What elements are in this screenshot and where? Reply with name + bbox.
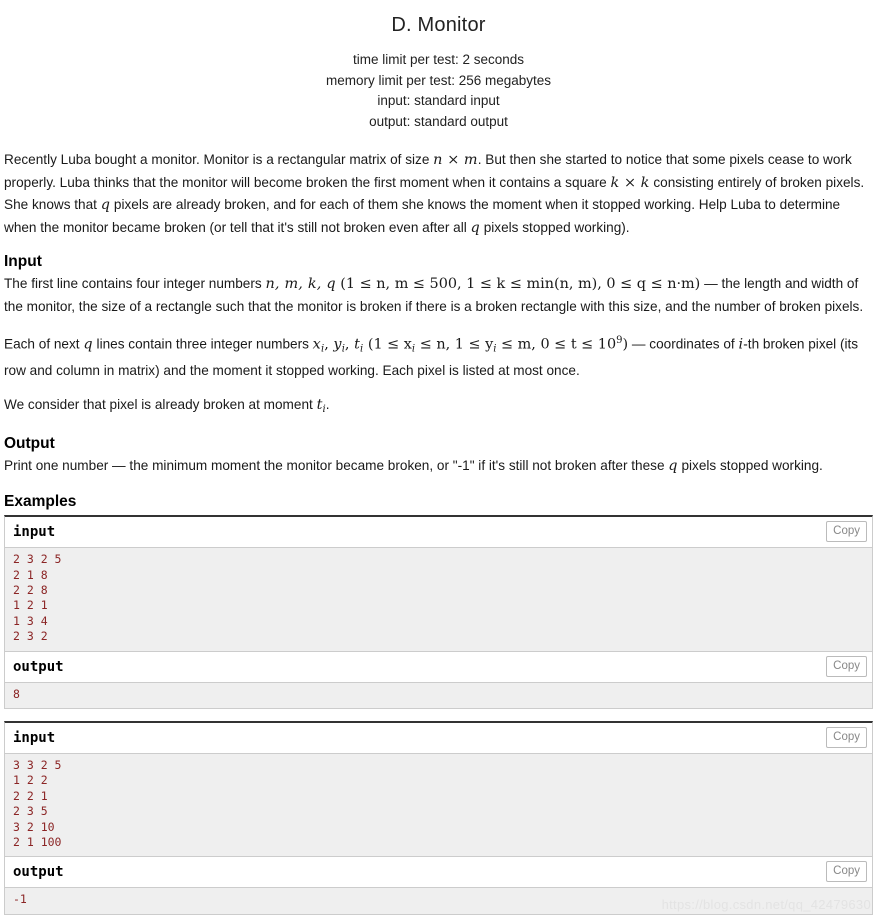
input-section-paragraph-2: Each of next q lines contain three integ… (4, 330, 873, 381)
output-title-2: output (13, 864, 64, 881)
var-k-2: k (640, 174, 650, 191)
sample-test-2: input Copy 3 3 2 5 1 2 2 2 2 1 2 3 5 3 2… (4, 720, 873, 915)
problem-statement: Recently Luba bought a monitor. Monitor … (4, 149, 873, 239)
copy-output-button-2[interactable]: Copy (826, 861, 867, 883)
var-n: n (433, 152, 443, 168)
var-q-output: q (668, 457, 678, 474)
problem-header: D. Monitor time limit per test: 2 second… (4, 0, 873, 132)
var-m: m (463, 152, 478, 168)
input2-text-c: — coordinates of (628, 336, 739, 352)
problem-page: D. Monitor time limit per test: 2 second… (0, 0, 877, 915)
input3-text-b: . (325, 397, 330, 413)
output-label-1: output Copy (5, 651, 872, 683)
input-constraints: (1 ≤ n, m ≤ 500, 1 ≤ k ≤ min(n, m), 0 ≤ … (335, 276, 701, 292)
input2-constraint-open: (1 ≤ x (363, 336, 412, 353)
output-data-block-1: 8 (5, 682, 872, 708)
input-data-block-2: 3 3 2 5 1 2 2 2 2 1 2 3 5 3 2 10 2 1 100 (5, 753, 872, 858)
copy-input-button-2[interactable]: Copy (826, 726, 867, 748)
var-q-1: q (100, 197, 111, 213)
input3-text-a: We consider that pixel is already broken… (4, 397, 317, 413)
copy-output-button-1[interactable]: Copy (826, 655, 867, 677)
input-mode-line: input: standard input (377, 93, 500, 108)
input-section-paragraph-1: The first line contains four integer num… (4, 273, 873, 317)
input-text-a: The first line contains four integer num… (4, 276, 266, 291)
input-title-2: input (13, 729, 56, 746)
output-text-b: pixels stopped working. (677, 457, 823, 473)
input-label-1: input Copy (5, 517, 872, 549)
output-data-block-2: -1 (5, 888, 872, 914)
copy-input-button-1[interactable]: Copy (826, 521, 867, 543)
memory-limit-line: memory limit per test: 256 megabytes (325, 72, 552, 88)
statement-text-e: pixels stopped working). (479, 219, 630, 235)
output-data-1: 8 (13, 686, 20, 701)
sample-tests: input Copy 2 3 2 5 2 1 8 2 2 8 1 2 1 1 3… (4, 515, 873, 915)
input2-text-b: lines contain three integer numbers (92, 336, 313, 352)
var-q-2: q (470, 219, 480, 236)
output-section-heading: Output (4, 434, 55, 452)
input-label-2: input Copy (5, 722, 872, 754)
statement-paragraph: Recently Luba bought a monitor. Monitor … (4, 149, 873, 239)
sample-test-1: input Copy 2 3 2 5 2 1 8 2 2 8 1 2 1 1 3… (4, 515, 873, 709)
time-limit-line: time limit per test: 2 seconds (352, 52, 525, 67)
output-data-2: -1 (13, 892, 27, 907)
input-vars: n, m, k, q (265, 276, 336, 292)
comma-2: , (344, 336, 355, 353)
var-y: y (333, 336, 342, 353)
input-data-2: 3 3 2 5 1 2 2 2 2 1 2 3 5 3 2 10 2 1 100 (13, 757, 62, 849)
var-x: x (312, 336, 321, 353)
input-section-heading: Input (4, 253, 42, 270)
output-text-a: Print one number — the minimum moment th… (4, 457, 669, 473)
input-title-1: input (13, 524, 56, 541)
input2-text-a: Each of next (4, 336, 84, 352)
input-data-1: 2 3 2 5 2 1 8 2 2 8 1 2 1 1 3 4 2 3 2 (13, 552, 62, 644)
output-title-1: output (13, 658, 64, 675)
comma-1: , (324, 336, 334, 353)
statement-text-d: pixels are already broken, and for each … (4, 197, 841, 235)
input-section-paragraph-3: We consider that pixel is already broken… (4, 394, 873, 420)
input-data-block-1: 2 3 2 5 2 1 8 2 2 8 1 2 1 1 3 4 2 3 2 (5, 548, 872, 652)
statement-text-a: Recently Luba bought a monitor. Monitor … (4, 152, 434, 167)
page-title: D. Monitor (391, 14, 486, 36)
input2-constraint-mid1: ≤ n, 1 ≤ y (415, 336, 494, 353)
times-symbol-2: × (619, 174, 641, 191)
var-q-lines: q (83, 336, 93, 353)
output-section-paragraph: Print one number — the minimum moment th… (4, 455, 873, 478)
output-mode-line: output: standard output (369, 113, 508, 129)
output-label-2: output Copy (5, 857, 872, 889)
times-symbol-1: × (442, 152, 464, 168)
input2-constraint-mid2: ≤ m, 0 ≤ t ≤ 10 (496, 336, 617, 353)
examples-heading: Examples (4, 493, 77, 511)
